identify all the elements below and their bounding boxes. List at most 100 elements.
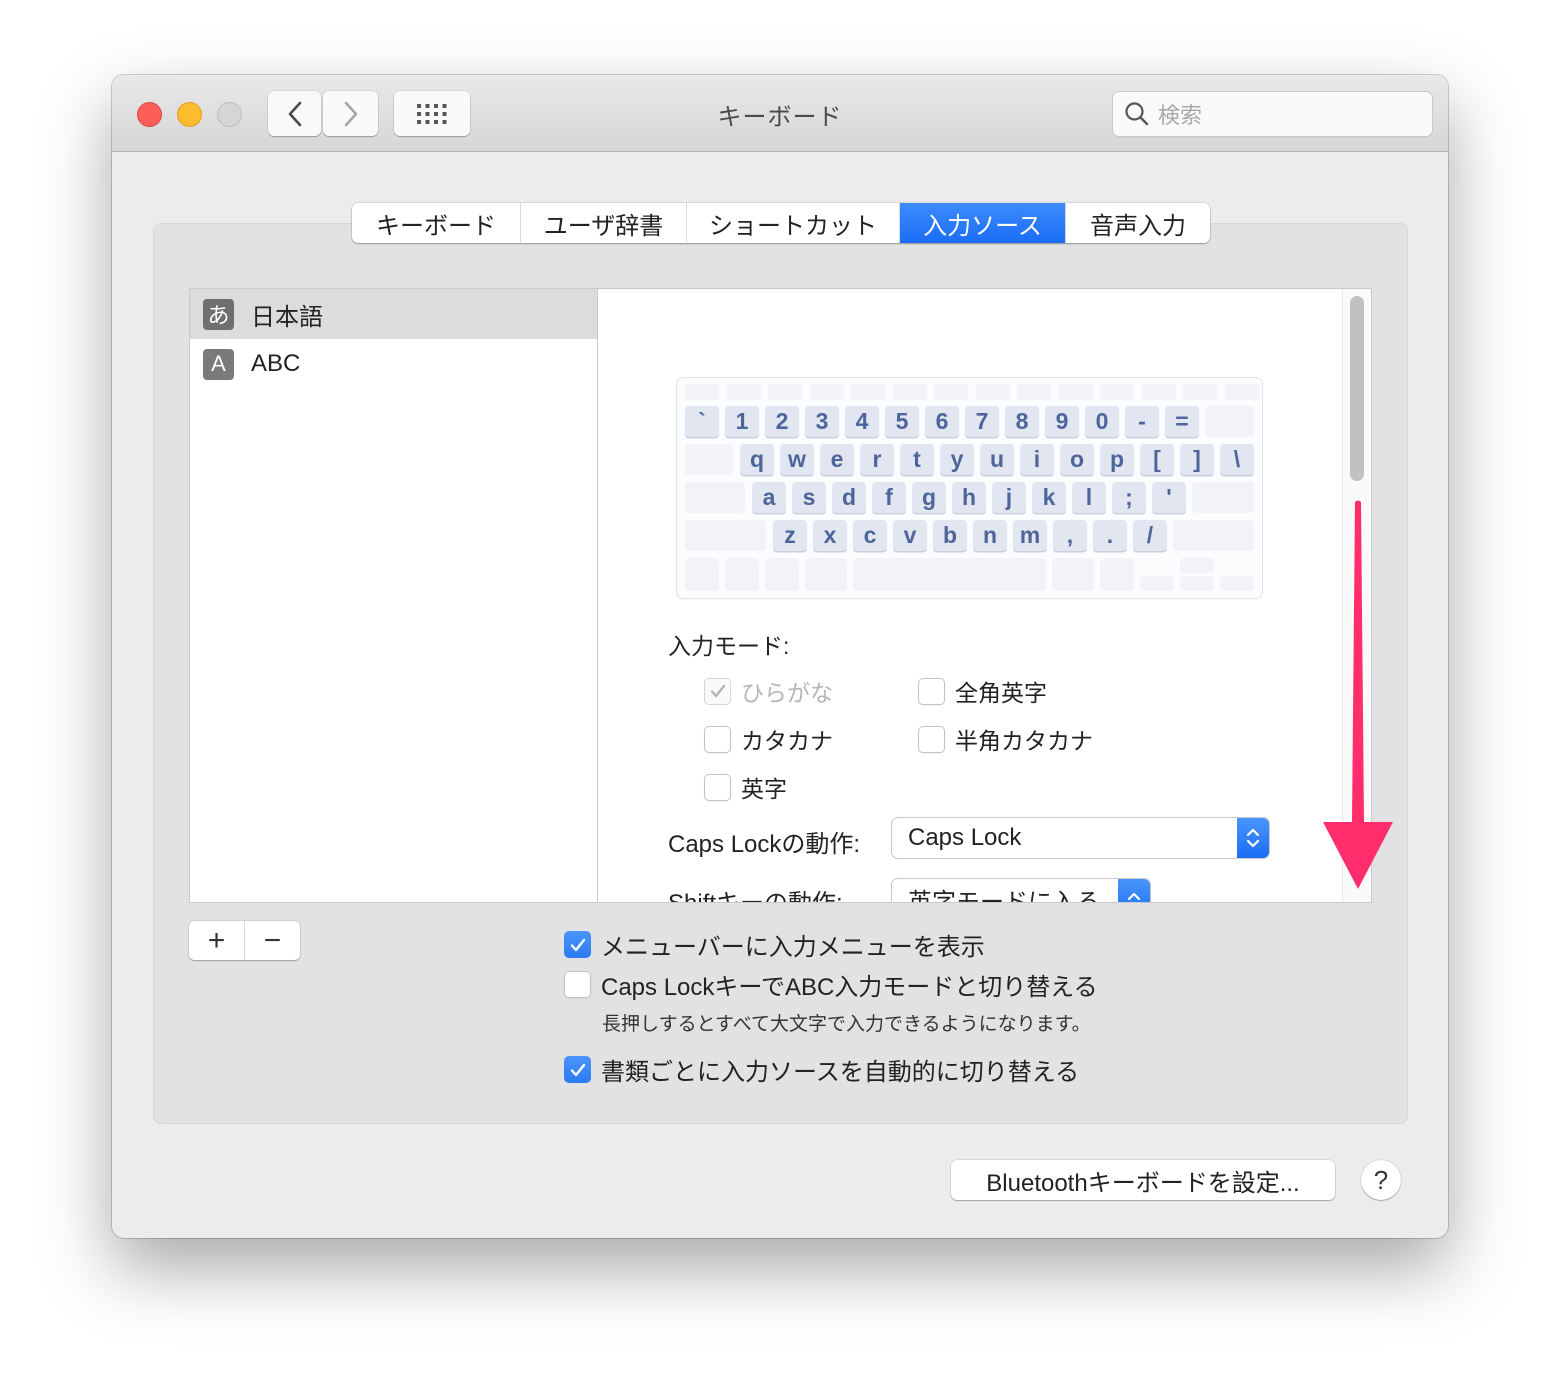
mode-halfwidth-katakana[interactable]: 半角カタカナ — [918, 722, 1093, 756]
fn-key — [685, 558, 719, 591]
add-source-button[interactable]: + — [189, 921, 245, 960]
option-auto-switch-source[interactable]: 書類ごとに入力ソースを自動的に切り替える — [564, 1052, 1079, 1087]
key-': ' — [1152, 482, 1186, 513]
key-8: 8 — [1005, 406, 1039, 437]
halfwidth-katakana-checkbox[interactable] — [918, 725, 945, 753]
vertical-scrollbar[interactable] — [1342, 289, 1371, 902]
key-x: x — [813, 520, 847, 551]
auto-switch-source-checkbox[interactable] — [564, 1056, 591, 1083]
mode-roman[interactable]: 英字 — [704, 770, 787, 804]
option-show-input-menu[interactable]: メニューバーに入力メニューを表示 — [564, 927, 985, 962]
help-button[interactable]: ? — [1361, 1160, 1401, 1200]
function-key — [1141, 384, 1176, 400]
auto-switch-source-label: 書類ごとに入力ソースを自動的に切り替える — [601, 1059, 1080, 1086]
chevron-up-icon — [1118, 879, 1150, 902]
caps-lock-switch-checkbox[interactable] — [564, 971, 591, 998]
tab-shortcuts[interactable]: ショートカット — [687, 203, 900, 243]
search-icon — [1125, 102, 1149, 126]
list-item-abc[interactable]: A ABC — [190, 339, 598, 389]
function-key — [1183, 384, 1217, 400]
key-2: 2 — [765, 406, 799, 437]
key-5: 5 — [885, 406, 919, 437]
function-key — [1224, 384, 1259, 400]
key-y: y — [940, 444, 974, 475]
show-input-menu-checkbox[interactable] — [564, 931, 591, 958]
key-p: p — [1100, 444, 1134, 475]
mode-hiragana[interactable]: ひらがな — [704, 674, 833, 708]
key-n: n — [973, 520, 1007, 551]
control-key — [725, 558, 759, 591]
caps-lock-action-popup[interactable]: Caps Lock — [892, 818, 1269, 858]
key-m: m — [1013, 520, 1047, 551]
katakana-checkbox[interactable] — [704, 725, 731, 753]
key-g: g — [912, 482, 946, 513]
function-key — [1100, 384, 1134, 400]
remove-source-button[interactable]: − — [245, 921, 300, 960]
tab-dictation[interactable]: 音声入力 — [1066, 203, 1210, 243]
shift-action-popup[interactable]: 英字モードに入る — [892, 879, 1150, 902]
tab-key — [685, 444, 733, 475]
key-0: ` — [685, 406, 719, 437]
key-9: 9 — [1045, 406, 1079, 437]
search-field[interactable]: 検索 — [1112, 91, 1433, 137]
arrow-left-key — [1140, 576, 1174, 591]
function-key — [975, 384, 1010, 400]
option-caps-lock-switch[interactable]: Caps LockキーでABC入力モードと切り替える — [564, 967, 1098, 1002]
tab-input-sources[interactable]: 入力ソース — [900, 203, 1066, 243]
halfwidth-katakana-label: 半角カタカナ — [955, 728, 1093, 754]
return-key — [1192, 482, 1254, 513]
key-z: z — [773, 520, 807, 551]
roman-checkbox[interactable] — [704, 773, 731, 801]
key-f: f — [872, 482, 906, 513]
title-bar: キーボード 検索 — [112, 75, 1448, 152]
key-]: ] — [1180, 444, 1214, 475]
function-key — [809, 384, 844, 400]
caps-lock-action-label: Caps Lockの動作: — [668, 831, 861, 858]
key-c: c — [853, 520, 887, 551]
function-key — [768, 384, 802, 400]
key-11: - — [1125, 406, 1159, 437]
roman-label: 英字 — [741, 776, 787, 802]
abc-source-icon: A — [203, 348, 234, 380]
hiragana-checkbox[interactable] — [704, 677, 731, 705]
option-key — [765, 558, 799, 591]
function-key — [892, 384, 927, 400]
show-input-menu-label: メニューバーに入力メニューを表示 — [601, 934, 985, 961]
hiragana-source-icon: あ — [203, 298, 234, 330]
tab-user-dictionary[interactable]: ユーザ辞書 — [521, 203, 687, 243]
key-q: q — [740, 444, 774, 475]
caps-lock-action-value: Caps Lock — [908, 824, 1022, 851]
key-\: \ — [1220, 444, 1254, 475]
tab-keyboard[interactable]: キーボード — [352, 203, 521, 243]
updown-chevron-icon — [1237, 818, 1269, 858]
key-r: r — [860, 444, 894, 475]
function-key — [1017, 384, 1051, 400]
function-key — [726, 384, 761, 400]
setup-bluetooth-keyboard-button[interactable]: Bluetoothキーボードを設定... — [951, 1160, 1335, 1200]
right-shift-key — [1173, 520, 1254, 551]
shift-action-label: Shiftキーの動作: — [668, 883, 843, 902]
key-j: j — [992, 482, 1026, 513]
function-key — [851, 384, 885, 400]
right-option-key — [1100, 558, 1134, 591]
key-[: [ — [1140, 444, 1174, 475]
key-u: u — [980, 444, 1014, 475]
key-a: a — [752, 482, 786, 513]
scrollbar-thumb[interactable] — [1350, 296, 1364, 481]
key-o: o — [1060, 444, 1094, 475]
left-shift-key — [685, 520, 766, 551]
delete-key — [1205, 406, 1254, 437]
checkmark-icon — [570, 1063, 585, 1076]
key-3: 3 — [805, 406, 839, 437]
list-item-label: ABC — [251, 350, 301, 377]
arrow-right-key — [1220, 576, 1254, 591]
key-l: l — [1072, 482, 1106, 513]
input-mode-label: 入力モード: — [668, 633, 790, 659]
key-i: i — [1020, 444, 1054, 475]
mode-fullwidth-roman[interactable]: 全角英字 — [918, 674, 1047, 708]
list-item-japanese[interactable]: あ 日本語 — [190, 289, 598, 339]
checkmark-icon — [710, 684, 725, 698]
katakana-label: カタカナ — [741, 728, 833, 754]
mode-katakana[interactable]: カタカナ — [704, 722, 833, 756]
fullwidth-roman-checkbox[interactable] — [918, 677, 945, 705]
